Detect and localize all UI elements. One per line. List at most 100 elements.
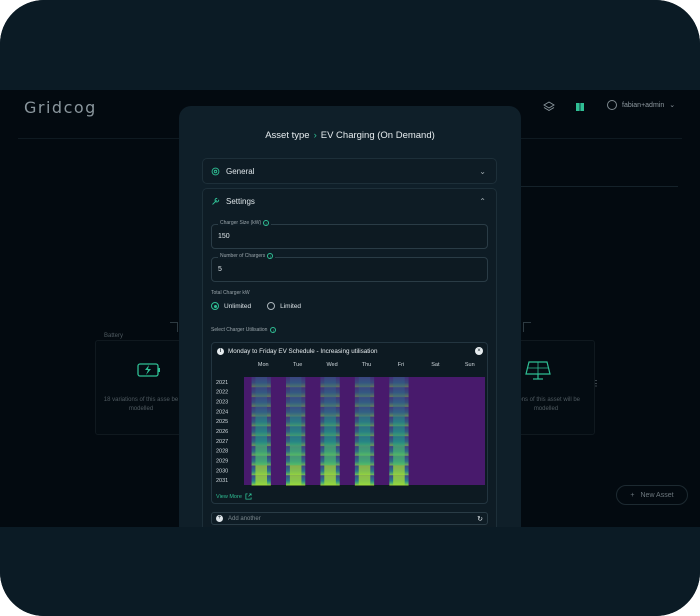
heatmap-cell-core <box>358 475 371 486</box>
general-section-header[interactable]: General <box>211 167 254 176</box>
add-another-field[interactable]: + Add another ↻ <box>211 512 488 525</box>
settings-section: Settings ⌃ Charger Size (kW)i Number of … <box>202 188 497 527</box>
charger-size-field[interactable]: Charger Size (kW) i <box>211 220 488 249</box>
info-icon: i <box>267 253 274 259</box>
heatmap-y-label: 2028 <box>216 449 228 455</box>
heatmap-cell-core <box>358 426 371 437</box>
heatmap-cell-core <box>255 377 267 388</box>
asset-modal: Asset type › EV Charging (On Demand) Gener… <box>179 106 521 527</box>
heatmap-x-label: Thu <box>362 362 371 368</box>
heatmap-x-label: Sun <box>465 362 475 368</box>
heatmap-cell-core <box>289 445 302 457</box>
heatmap-cell-core <box>393 475 405 486</box>
connector-right <box>523 322 531 332</box>
general-section[interactable]: General ⌄ <box>202 158 497 184</box>
heatmap-y-label: 2021 <box>216 380 228 386</box>
heatmap-cell-core <box>324 406 336 417</box>
battery-card[interactable]: Battery 18 variations of this asse be mo… <box>95 333 185 435</box>
device-frame: Gridcog fabian+admin ⌄ Battery 18 variat… <box>0 0 700 616</box>
plus-icon[interactable]: + <box>216 515 223 522</box>
heatmap-x-label: Fri <box>398 362 404 368</box>
more-options-icon[interactable]: ⋮ <box>592 379 600 388</box>
heatmap-y-label: 2031 <box>216 478 228 484</box>
user-avatar-icon <box>607 100 617 110</box>
heatmap-cell-core <box>358 406 371 417</box>
bottom-band <box>0 527 700 616</box>
battery-card-text: 18 variations of this asse be modelled <box>103 397 179 412</box>
heatmap-y-label: 2026 <box>216 429 228 435</box>
radio-limited-label: Limited <box>280 302 302 310</box>
heatmap-cell-core <box>289 455 302 466</box>
app-logo[interactable]: Gridcog <box>24 98 97 117</box>
close-icon[interactable]: × <box>475 347 483 355</box>
heatmap-cell-core <box>289 416 302 427</box>
layers-icon[interactable] <box>543 101 555 113</box>
refresh-icon[interactable]: ↻ <box>477 515 483 523</box>
radio-limited[interactable]: Limited <box>267 302 301 310</box>
radio-limited-indicator[interactable] <box>267 302 276 310</box>
add-another-placeholder: Add another <box>228 515 261 522</box>
radio-unlimited[interactable]: Unlimited <box>211 302 251 310</box>
heatmap-cell-core <box>289 465 302 476</box>
heatmap-y-label: 2029 <box>216 458 228 464</box>
book-icon[interactable] <box>574 101 586 113</box>
user-menu[interactable]: fabian+admin ⌄ <box>607 100 675 110</box>
charger-size-input[interactable] <box>218 233 468 240</box>
heatmap-cell-core <box>393 465 405 476</box>
schedule-title: Monday to Friday EV Schedule - Increasin… <box>228 348 378 355</box>
battery-charging-icon <box>137 363 160 377</box>
radio-unlimited-indicator[interactable] <box>211 302 219 310</box>
heatmap-cell-core <box>289 406 302 417</box>
heatmap-cell-core <box>393 435 405 447</box>
chevron-up-icon[interactable]: ⌃ <box>479 197 486 206</box>
heatmap-cell-core <box>255 406 267 417</box>
new-asset-button[interactable]: + New Asset <box>616 485 688 505</box>
heatmap-x-label: Wed <box>326 362 337 368</box>
heatmap-cell-core <box>255 455 267 466</box>
heatmap-cell-core <box>289 386 302 398</box>
breadcrumb-current: EV Charging (On Demand) <box>320 130 435 141</box>
heatmap-cell-core <box>289 426 302 437</box>
user-name: fabian+admin <box>622 101 665 109</box>
info-icon: i <box>263 220 270 226</box>
heatmap-y-labels: 2021 2022 2023 2024 2025 2026 2027 2028 2029 2030… <box>216 380 228 484</box>
heatmap-y-label: 2023 <box>216 400 228 406</box>
heatmap-cell-core <box>393 445 405 457</box>
external-link-icon <box>245 493 252 500</box>
heatmap-y-label: 2027 <box>216 439 228 445</box>
num-chargers-field[interactable]: Number of Chargers i <box>211 253 488 282</box>
heatmap-x-label: Sat <box>431 362 440 368</box>
heatmap-cell-core <box>358 416 371 427</box>
heatmap-y-label: 2025 <box>216 419 228 425</box>
chevron-down-icon[interactable]: ⌄ <box>479 167 486 176</box>
utilisation-heatmap: Mon Tue Wed Thu Fri Sat Sun 202120222023202420… <box>216 362 485 486</box>
heatmap-cell-core <box>324 445 336 457</box>
heatmap-cell-core <box>255 465 267 476</box>
heatmap-cell-core <box>358 455 371 466</box>
heatmap-cell-core <box>324 396 336 407</box>
heatmap-cell-core <box>393 406 405 417</box>
settings-section-header[interactable]: Settings <box>211 197 255 206</box>
num-chargers-input[interactable] <box>218 266 468 273</box>
breadcrumb-root[interactable]: Asset type <box>265 130 309 141</box>
heatmap-cell-core <box>255 445 267 457</box>
heatmap-cell-core <box>393 416 405 427</box>
heatmap-cell-core <box>393 377 405 388</box>
battery-card-title: Battery <box>104 333 124 339</box>
heatmap-cell-core <box>289 396 302 407</box>
heatmap-x-label: Mon <box>258 362 269 368</box>
heatmap-cell-core <box>393 426 405 437</box>
heatmap-x-labels: Mon Tue Wed Thu Fri Sat Sun <box>258 362 475 368</box>
wrench-icon <box>212 197 220 205</box>
heatmap-cell-core <box>255 435 267 447</box>
view-more-link[interactable]: View More <box>216 493 252 500</box>
num-chargers-label: Number of Chargers i <box>218 253 276 259</box>
heatmap-cell-core <box>358 396 371 407</box>
general-section-label: General <box>226 167 255 176</box>
total-charger-radio-group: Unlimited Limited <box>211 302 301 310</box>
view-more-label: View More <box>216 493 242 500</box>
modal-breadcrumb: Asset type › EV Charging (On Demand) <box>179 130 521 141</box>
heatmap-x-label: Tue <box>293 362 302 368</box>
heatmap-cell-core <box>324 426 336 437</box>
schedule-card[interactable]: i Monday to Friday EV Schedule - Increas… <box>211 342 488 504</box>
